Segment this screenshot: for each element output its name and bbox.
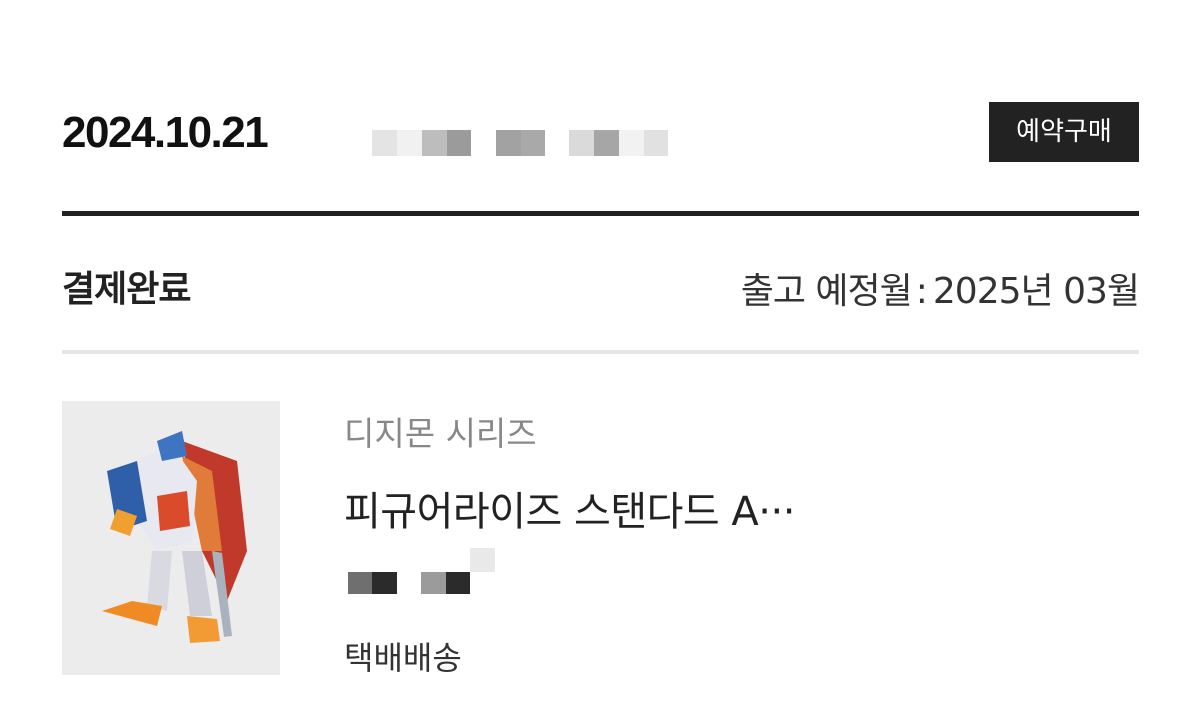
ship-month-label: 출고 예정월: [740, 271, 913, 312]
order-date: 2024.10.21: [62, 108, 269, 157]
product-option-pixelated: [348, 546, 508, 596]
status-row: 결제완료 출고 예정월:2025년 03월: [62, 252, 1140, 316]
payment-status: 결제완료: [62, 269, 191, 310]
order-number-pixelated: [372, 130, 672, 156]
ship-month-info: 출고 예정월:2025년 03월: [740, 262, 1140, 314]
product-series: 디지몬 시리즈: [344, 414, 537, 453]
order-header: 2024.10.21 예약구매: [62, 100, 1139, 164]
ship-month-value: 2025년 03월: [932, 271, 1140, 312]
delivery-method: 택배배송: [344, 639, 462, 677]
product-thumbnail[interactable]: [62, 401, 280, 675]
product-item[interactable]: 디지몬 시리즈 피규어라이즈 스탠다드 A··· 택배배송: [62, 401, 1139, 677]
row-divider: [62, 350, 1139, 354]
section-divider: [62, 211, 1139, 216]
reserve-purchase-badge: 예약구매: [989, 102, 1139, 162]
ship-month-separator: :: [915, 271, 928, 312]
product-name[interactable]: 피규어라이즈 스탠다드 A···: [344, 479, 1124, 537]
